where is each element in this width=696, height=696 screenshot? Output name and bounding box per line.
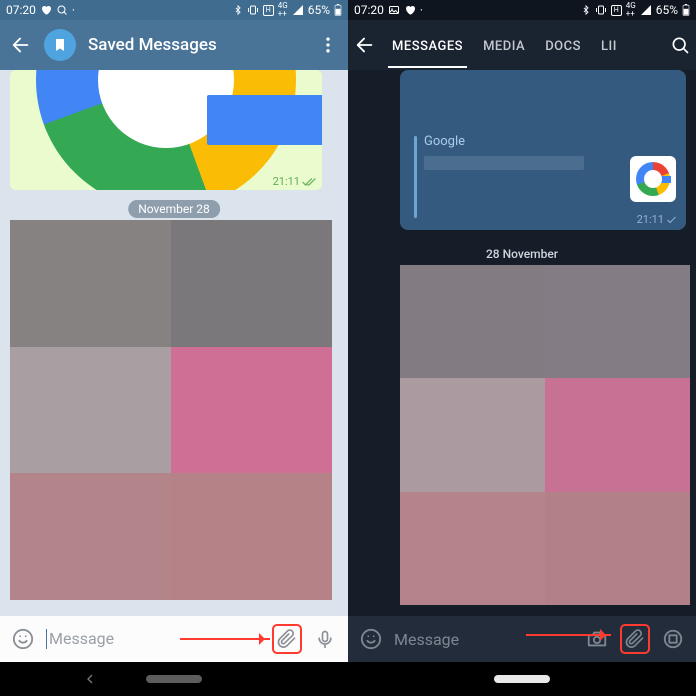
status-bar: 07:20 · H 4G++ 65% [348,0,696,20]
date-chip: 28 November [476,245,568,263]
link-stripe [414,136,417,218]
status-time: 07:20 [6,3,36,17]
message-image-bubble[interactable]: 21:11 [10,70,322,190]
battery-pct: 65% [308,3,330,17]
bookmark-avatar[interactable] [44,29,76,61]
annotation-arrow [180,638,270,640]
emoji-icon[interactable] [8,624,38,654]
search-icon[interactable] [670,35,690,55]
double-check-icon [302,177,316,187]
battery-rect-icon: H [611,5,622,16]
left-pane: 07:20 · H 4G++ 65% Saved Messages [0,0,348,696]
back-icon[interactable] [354,34,376,56]
link-time: 21:11 [637,213,678,226]
chat-header: Saved Messages [0,20,348,70]
image-icon [388,4,400,16]
paperclip-icon [277,629,297,649]
link-thumbnail [630,156,676,202]
attach-button[interactable] [620,624,650,654]
battery-icon [334,4,342,16]
vibrate-icon [247,4,259,16]
battery-icon [682,4,690,16]
nav-home-pill[interactable] [494,675,550,683]
censored-content [10,220,332,600]
more-vertical-icon[interactable] [318,35,338,55]
heart-icon [40,4,52,16]
link-title: Google [424,134,465,149]
message-input-bar: Message [0,616,348,662]
paperclip-icon [625,629,645,649]
net-4g-icon: 4G++ [278,2,288,18]
right-pane: 07:20 · H 4G++ 65% MESSAGES MEDIA DOCS L… [348,0,696,696]
signal-icon [640,4,652,16]
tab-media[interactable]: MEDIA [473,23,535,68]
status-time: 07:20 [354,3,384,17]
tab-docs[interactable]: DOCS [535,23,591,68]
vibrate-icon [595,4,607,16]
message-time: 21:11 [273,175,316,188]
grid-icon[interactable] [658,624,688,654]
content-body[interactable]: Google 21:11 28 November [348,70,696,616]
status-bar: 07:20 · H 4G++ 65% [0,0,348,20]
battery-rect-icon: H [263,5,274,16]
tab-messages[interactable]: MESSAGES [382,23,473,68]
bluetooth-icon [233,4,243,16]
annotation-arrow [526,634,611,636]
q-icon [56,4,68,16]
bluetooth-icon [581,4,591,16]
dot-icon: · [72,3,75,17]
chat-title: Saved Messages [88,35,217,55]
link-preview-card[interactable]: Google 21:11 [400,70,686,230]
shared-media-header: MESSAGES MEDIA DOCS LII [348,20,696,70]
date-chip: November 28 [128,200,220,218]
bookmark-icon [52,37,68,53]
check-icon [666,215,678,225]
message-input-bar: Message [348,616,696,662]
google-logo-icon [636,162,670,196]
nav-home-pill[interactable] [146,675,202,683]
net-4g-icon: 4G++ [626,2,636,18]
emoji-icon[interactable] [356,624,386,654]
link-desc-shimmer [424,156,584,170]
dot-icon: · [420,3,423,17]
nav-back-icon[interactable] [82,671,98,687]
android-navbar [348,662,696,696]
microphone-icon[interactable] [310,624,340,654]
tab-links[interactable]: LII [591,23,627,68]
signal-icon [292,4,304,16]
attach-button[interactable] [272,624,302,654]
battery-pct: 65% [656,3,678,17]
message-input[interactable]: Message [394,630,574,649]
heart-icon [404,4,416,16]
censored-content [400,265,690,605]
android-navbar [0,662,348,696]
back-icon[interactable] [10,34,32,56]
chat-body[interactable]: 21:11 November 28 [0,70,348,616]
